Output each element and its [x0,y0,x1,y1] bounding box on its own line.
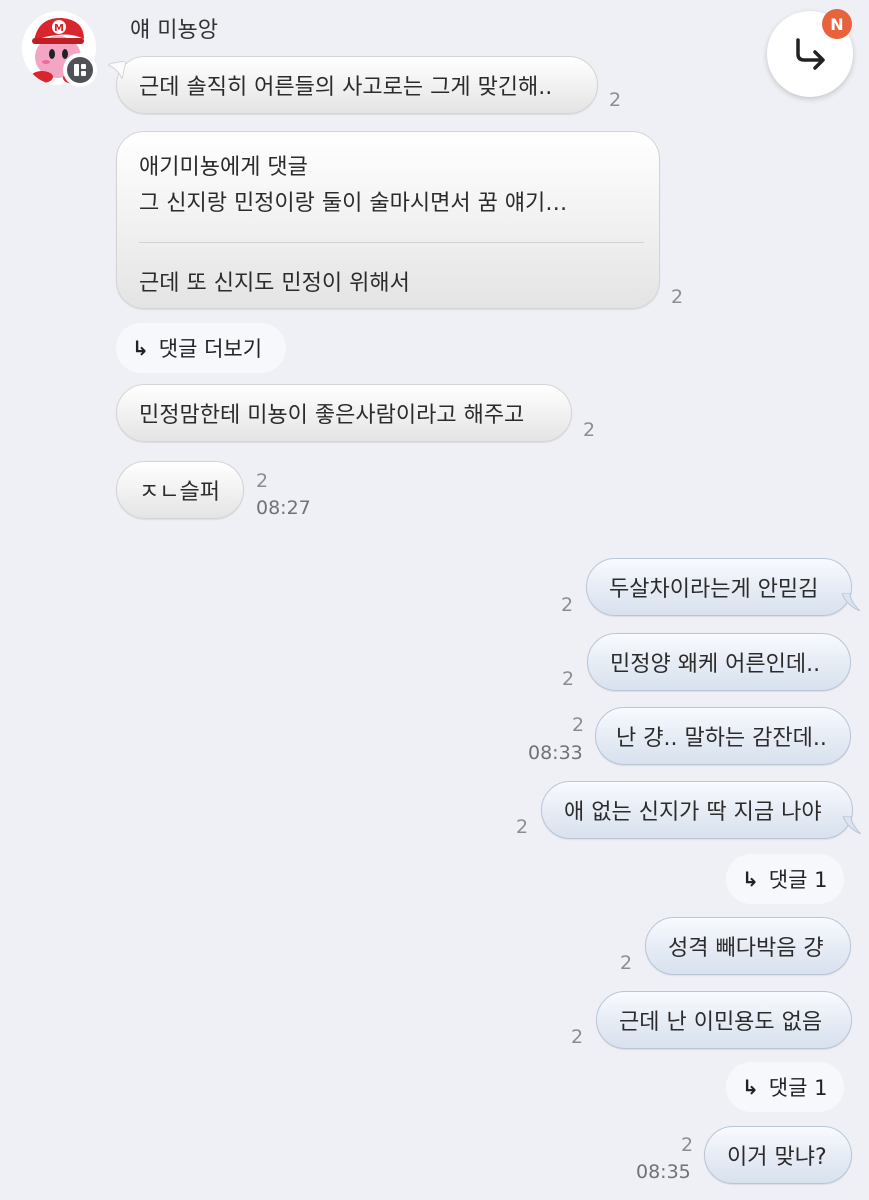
reply-count-label: 댓글 1 [768,868,828,892]
more-comments-label: 댓글 더보기 [158,337,263,361]
message-time: 08:33 [528,742,583,764]
message-bubble[interactable]: 근데 솔직히 어른들의 사고로는 그게 맞긴해.. [108,56,598,114]
read-count: 2 [681,1134,694,1156]
read-count: 2 [609,89,622,111]
message-text: 성격 빼다박음 걍 [668,936,824,961]
reply-arrow-icon: ↳ [132,336,149,360]
message-text: 민정맘한테 미뇽이 좋은사람이라고 해주고 [139,403,525,428]
message-bubble[interactable]: 성격 빼다박음 걍 [645,917,851,975]
comment-reply-bubble[interactable]: 애기미뇽에게 댓글 그 신지랑 민정이랑 둘이 술마시면서 꿈 얘기… 근데 또… [116,131,660,309]
bubble-tail-icon [842,593,860,611]
message-bubble[interactable]: 이거 맞냐? [704,1126,852,1184]
reply-arrow-icon: ↳ [742,1075,759,1099]
message-time: 08:27 [256,497,311,519]
bubble-tail-icon [108,61,126,79]
comment-divider [139,242,644,243]
read-count: 2 [671,286,684,308]
message-text: 근데 난 이민용도 없음 [619,1010,823,1035]
read-count: 2 [571,1026,584,1048]
bubble-tail-icon [843,816,861,834]
read-count: 2 [572,714,585,736]
read-count: 2 [620,952,633,974]
read-count: 2 [256,470,269,492]
message-text: 이거 맞냐? [727,1145,827,1170]
message-text: ㅈㄴ슬퍼 [139,480,220,505]
message-text: 민정양 왜케 어른인데.. [610,652,821,677]
message-text: 근데 또 신지도 민정이 위해서 [139,271,410,296]
new-badge: N [822,9,852,39]
reply-count-button[interactable]: ↳ 댓글 1 [726,1062,844,1112]
message-text: 난 걍.. 말하는 감잔데.. [616,726,827,751]
reply-count-label: 댓글 1 [768,1076,828,1100]
profile-badge [63,53,97,87]
message-text: 애 없는 신지가 딱 지금 나야 [564,800,822,825]
read-count: 2 [561,594,574,616]
reply-arrow-icon [796,38,825,70]
message-bubble[interactable]: 민정맘한테 미뇽이 좋은사람이라고 해주고 [116,384,572,442]
message-text: 근데 솔직히 어른들의 사고로는 그게 맞긴해.. [139,75,553,100]
comment-quote: 그 신지랑 민정이랑 둘이 술마시면서 꿈 얘기… [139,191,568,216]
message-bubble[interactable]: 난 걍.. 말하는 감잔데.. [595,707,851,765]
message-bubble[interactable]: 민정양 왜케 어른인데.. [587,633,851,691]
badge-icon [67,57,93,83]
comment-title: 애기미뇽에게 댓글 [139,155,308,180]
message-bubble[interactable]: ㅈㄴ슬퍼 [116,461,244,519]
more-comments-button[interactable]: ↳ 댓글 더보기 [116,323,286,373]
message-time: 08:35 [636,1161,691,1183]
read-count: 2 [516,816,529,838]
message-bubble[interactable]: 애 없는 신지가 딱 지금 나야 [541,781,861,839]
svg-text:M: M [54,23,64,34]
read-count: 2 [562,668,575,690]
sender-name: 얘 미뇽앙 [130,18,218,43]
message-text: 두살차이라는게 안믿김 [609,577,819,602]
message-bubble[interactable]: 두살차이라는게 안믿김 [586,558,860,616]
reply-count-button[interactable]: ↳ 댓글 1 [726,854,844,904]
reply-arrow-icon: ↳ [742,867,759,891]
read-count: 2 [583,419,596,441]
message-bubble[interactable]: 근데 난 이민용도 없음 [596,991,852,1049]
